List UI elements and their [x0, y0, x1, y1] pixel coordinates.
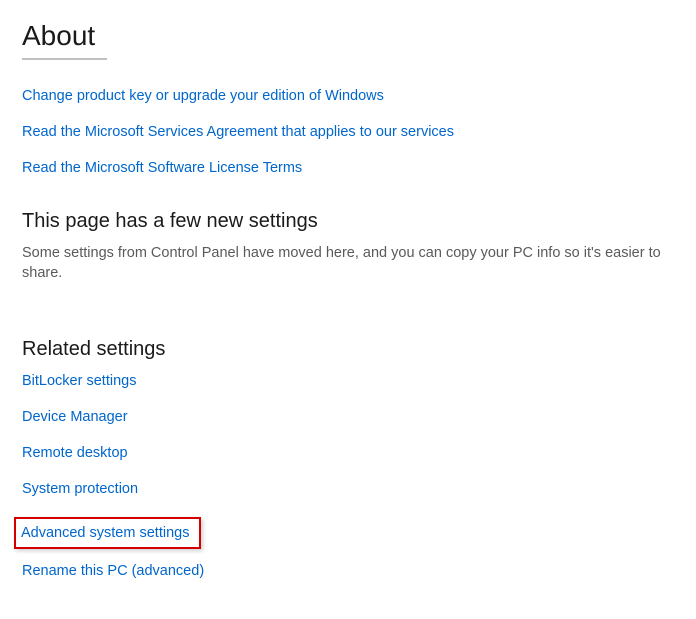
link-bitlocker-settings[interactable]: BitLocker settings: [22, 373, 136, 389]
page-title: About: [22, 20, 674, 52]
link-change-product-key[interactable]: Change product key or upgrade your editi…: [22, 88, 384, 104]
link-services-agreement[interactable]: Read the Microsoft Services Agreement th…: [22, 124, 454, 140]
link-license-terms[interactable]: Read the Microsoft Software License Term…: [22, 160, 302, 176]
link-rename-this-pc[interactable]: Rename this PC (advanced): [22, 563, 204, 579]
link-device-manager[interactable]: Device Manager: [22, 409, 128, 425]
highlight-box-advanced-system-settings: Advanced system settings: [14, 517, 201, 549]
info-section-description: Some settings from Control Panel have mo…: [22, 243, 674, 284]
link-system-protection[interactable]: System protection: [22, 481, 138, 497]
title-underline: [22, 58, 107, 60]
related-settings-heading: Related settings: [22, 338, 674, 361]
info-section-heading: This page has a few new settings: [22, 210, 674, 233]
link-advanced-system-settings[interactable]: Advanced system settings: [21, 525, 189, 541]
link-remote-desktop[interactable]: Remote desktop: [22, 445, 128, 461]
